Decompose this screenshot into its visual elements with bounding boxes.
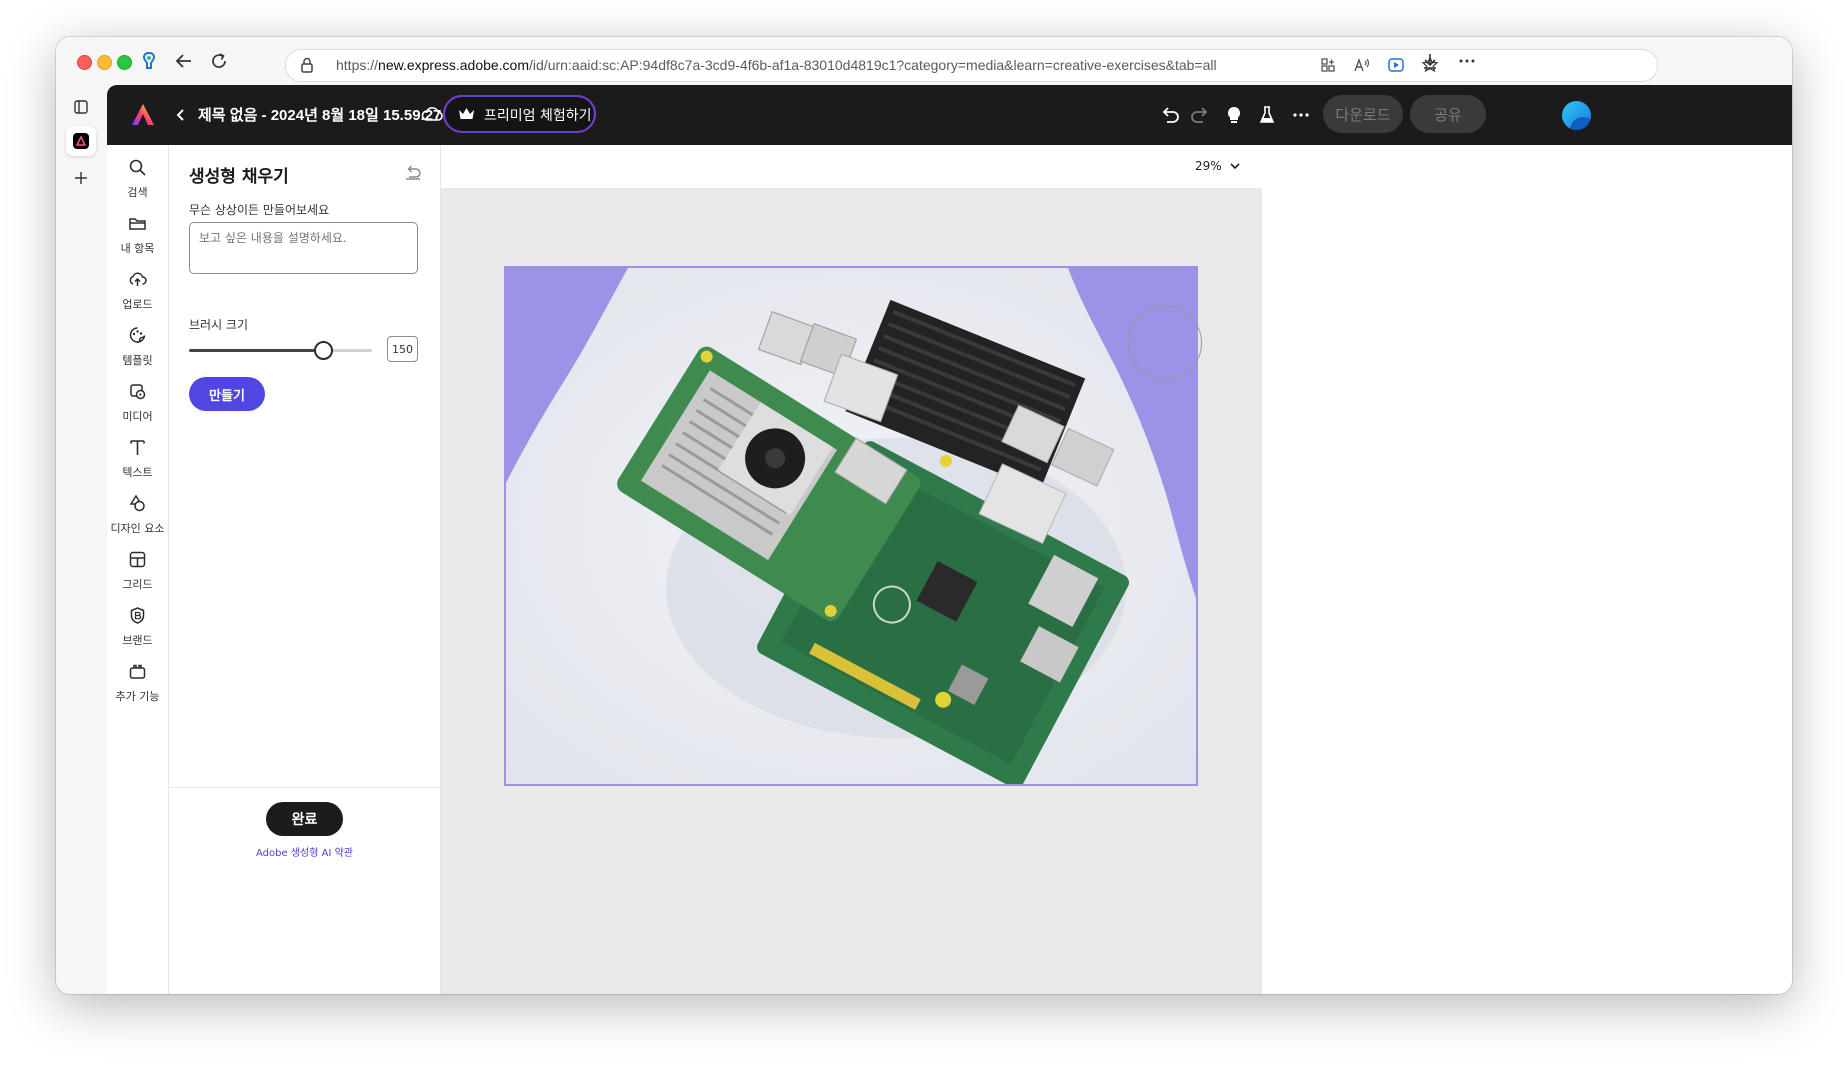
- extension-icon[interactable]: [1385, 54, 1407, 76]
- rail-item-my-stuff[interactable]: 내 항목: [107, 214, 168, 266]
- generative-ai-terms-link[interactable]: Adobe 생성형 AI 약관: [169, 844, 440, 859]
- grid-icon: [129, 551, 146, 568]
- rail-label: 텍스트: [122, 466, 153, 479]
- browser-window: https://new.express.adobe.com/id/urn:aai…: [56, 37, 1792, 994]
- rail-label: 브랜드: [122, 634, 153, 647]
- adobe-express-logo[interactable]: [129, 101, 157, 129]
- adobe-express-favicon-icon: [73, 133, 89, 149]
- brush-size-slider[interactable]: [189, 341, 372, 360]
- done-button[interactable]: 완료: [266, 802, 343, 836]
- share-button[interactable]: 공유: [1410, 95, 1486, 133]
- prompt-label: 무슨 상상이든 만들어보세요: [189, 203, 330, 217]
- rail-item-text[interactable]: 텍스트: [107, 438, 168, 490]
- rail-label: 템플릿: [122, 354, 153, 367]
- address-bar[interactable]: https://new.express.adobe.com/id/urn:aai…: [285, 49, 1658, 82]
- media-icon: [130, 384, 146, 400]
- rail-label: 검색: [127, 186, 148, 199]
- avatar[interactable]: [1562, 101, 1591, 130]
- rail-item-grid[interactable]: 그리드: [107, 550, 168, 602]
- rail-item-search[interactable]: 검색: [107, 158, 168, 210]
- tab-actions-icon[interactable]: [66, 92, 96, 122]
- rail-item-design-elements[interactable]: 디자인 요소: [107, 494, 168, 546]
- slider-fill: [189, 349, 323, 352]
- download-button[interactable]: 다운로드: [1323, 95, 1403, 133]
- redo-icon[interactable]: [1187, 102, 1213, 128]
- browser-more-icon[interactable]: [1454, 48, 1480, 74]
- right-properties-area: [1262, 145, 1792, 994]
- canvas-toolbar: 29%: [441, 145, 1262, 188]
- back-chevron-icon[interactable]: [173, 105, 189, 125]
- maximize-window-button[interactable]: [117, 55, 132, 70]
- close-window-button[interactable]: [77, 55, 92, 70]
- copilot-icon[interactable]: [136, 48, 162, 74]
- left-rail: 검색 내 항목 업로드 템플릿 미디어 텍스트 디자인 요소 그리드 브랜드 추…: [107, 145, 169, 994]
- rail-label: 업로드: [122, 298, 153, 311]
- search-icon: [129, 159, 146, 176]
- avatar-shape: [1570, 117, 1591, 130]
- app-header: 제목 없음 - 2024년 8월 18일 15.59.27 프리미엄 체험하기: [107, 85, 1792, 145]
- rail-item-add-ons[interactable]: 추가 기능: [107, 662, 168, 714]
- reload-icon[interactable]: [206, 48, 232, 74]
- brush-size-label: 브러시 크기: [189, 318, 249, 332]
- rail-item-templates[interactable]: 템플릿: [107, 326, 168, 378]
- download-icon[interactable]: [1417, 48, 1443, 74]
- browser-toolbar: https://new.express.adobe.com/id/urn:aai…: [56, 37, 1792, 85]
- more-options-icon[interactable]: [1288, 102, 1314, 128]
- panel-footer: 완료 Adobe 생성형 AI 약관: [169, 787, 440, 994]
- url-text[interactable]: https://new.express.adobe.com/id/urn:aai…: [336, 57, 1217, 73]
- prompt-input[interactable]: [189, 222, 418, 274]
- premium-trial-label: 프리미엄 체험하기: [484, 108, 592, 124]
- apps-icon[interactable]: [1317, 54, 1339, 76]
- minimize-window-button[interactable]: [97, 55, 112, 70]
- rail-label: 내 항목: [120, 242, 155, 255]
- addons-icon: [129, 664, 146, 679]
- rail-label: 디자인 요소: [110, 522, 165, 535]
- new-tab-icon[interactable]: [66, 163, 96, 193]
- undo-icon[interactable]: [1157, 102, 1183, 128]
- rail-item-upload[interactable]: 업로드: [107, 270, 168, 322]
- adobe-express-app: 제목 없음 - 2024년 8월 18일 15.59.27 프리미엄 체험하기: [107, 85, 1792, 994]
- brush-size-value-field[interactable]: 150: [387, 336, 418, 362]
- rail-label: 미디어: [122, 410, 153, 423]
- slider-thumb[interactable]: [313, 341, 333, 360]
- canvas-image[interactable]: [504, 266, 1198, 786]
- lightbulb-icon[interactable]: [1221, 102, 1247, 128]
- reset-icon[interactable]: [403, 161, 423, 181]
- back-arrow-icon[interactable]: [171, 48, 197, 74]
- lock-icon[interactable]: [296, 54, 318, 76]
- crown-icon: [459, 108, 474, 119]
- generate-button[interactable]: 만들기: [189, 377, 265, 411]
- document-title[interactable]: 제목 없음 - 2024년 8월 18일 15.59.27: [198, 104, 441, 125]
- rail-label: 그리드: [122, 578, 153, 591]
- cloud-sync-icon[interactable]: [420, 103, 444, 125]
- brush-cursor: [1128, 306, 1202, 380]
- vertical-tab-strip: [56, 85, 107, 994]
- text-icon: [130, 440, 145, 455]
- rail-item-media[interactable]: 미디어: [107, 382, 168, 434]
- flask-labs-icon[interactable]: [1254, 102, 1280, 128]
- generative-fill-panel: 생성형 채우기 무슨 상상이든 만들어보세요 브러시 크기 150 만들기 완료…: [169, 145, 441, 994]
- active-tab-adobe-express[interactable]: [66, 126, 96, 156]
- zoom-level[interactable]: 29%: [1195, 159, 1222, 173]
- rail-item-brand[interactable]: 브랜드: [107, 606, 168, 658]
- raspberry-pi-boards-photo: [506, 268, 1196, 784]
- template-icon: [129, 327, 146, 344]
- folder-icon: [129, 218, 146, 230]
- read-aloud-icon[interactable]: [1351, 54, 1373, 76]
- upload-cloud-icon: [129, 272, 147, 286]
- chevron-down-icon[interactable]: [1229, 160, 1241, 172]
- shapes-icon: [129, 494, 145, 512]
- brand-icon: [130, 607, 145, 624]
- rail-label: 추가 기능: [115, 690, 160, 703]
- canvas-area: 29%: [441, 145, 1262, 994]
- premium-trial-button[interactable]: 프리미엄 체험하기: [443, 95, 596, 133]
- panel-title: 생성형 채우기: [189, 167, 289, 187]
